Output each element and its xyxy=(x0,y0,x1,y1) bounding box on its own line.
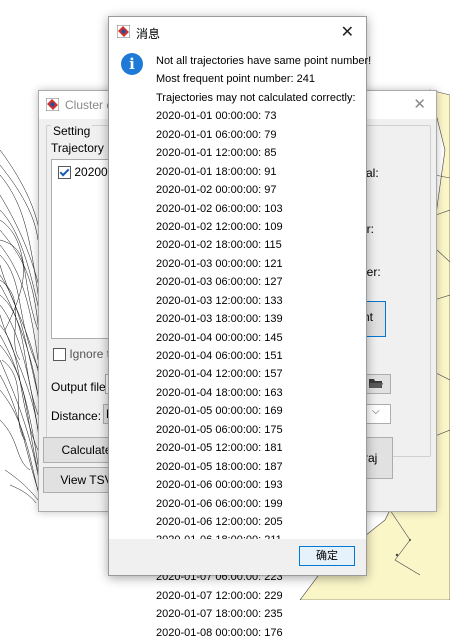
output-file-label: Output file: xyxy=(51,380,110,394)
message-line: 2020-01-06 12:00:00: 205 xyxy=(156,515,283,528)
message-line: Trajectories may not calculated correctl… xyxy=(156,91,356,104)
view-tsv-button-label: View TSV xyxy=(60,473,113,487)
calculate-button-label: Calculate xyxy=(61,443,112,457)
dialog-titlebar: 消息 ✕ xyxy=(109,17,366,47)
message-line: 2020-01-03 18:00:00: 139 xyxy=(156,313,283,326)
message-line: 2020-01-07 18:00:00: 235 xyxy=(156,608,283,621)
folder-icon xyxy=(369,379,383,388)
message-line: 2020-01-04 18:00:00: 163 xyxy=(156,386,283,399)
info-icon: i xyxy=(121,53,143,75)
setting-group-label: Setting xyxy=(51,124,93,138)
message-line: 2020-01-01 06:00:00: 79 xyxy=(156,128,277,141)
app-icon xyxy=(46,98,59,111)
message-line: 2020-01-07 12:00:00: 229 xyxy=(156,589,283,602)
message-line: 2020-01-05 12:00:00: 181 xyxy=(156,442,283,455)
ignore-checkbox[interactable] xyxy=(53,348,66,362)
message-line: 2020-01-04 12:00:00: 157 xyxy=(156,368,283,381)
message-line: Most frequent point number: 241 xyxy=(156,73,315,86)
dialog-button-bar: 确定 xyxy=(109,539,366,575)
message-dialog: 消息 ✕ i Not all trajectories have same po… xyxy=(108,16,372,639)
island-dot xyxy=(395,553,399,557)
ok-button-label: 确定 xyxy=(316,550,338,562)
dialog-title: 消息 xyxy=(136,27,161,41)
message-line: 2020-01-02 12:00:00: 109 xyxy=(156,220,283,233)
message-line: 2020-01-06 06:00:00: 199 xyxy=(156,497,283,510)
distance-label: Distance: xyxy=(51,409,102,423)
close-icon[interactable]: ✕ xyxy=(341,22,354,42)
message-line: 2020-01-05 00:00:00: 169 xyxy=(156,405,283,418)
chevron-down-icon: ⌵ xyxy=(372,406,380,417)
message-line: 2020-01-05 06:00:00: 175 xyxy=(156,423,283,436)
message-line: 2020-01-01 00:00:00: 73 xyxy=(156,110,277,123)
message-line: 2020-01-04 06:00:00: 151 xyxy=(156,350,283,362)
trajectory-layer-list[interactable]: 202001.s xyxy=(51,159,124,339)
island-dot xyxy=(409,539,411,541)
message-line: 2020-01-02 06:00:00: 103 xyxy=(156,202,283,215)
message-line: 2020-01-03 06:00:00: 127 xyxy=(156,276,283,289)
close-icon[interactable]: ✕ xyxy=(413,95,426,113)
message-line: 2020-01-08 00:00:00: 176 xyxy=(156,626,283,639)
message-line: 2020-01-01 12:00:00: 85 xyxy=(156,147,277,160)
ok-button[interactable]: 确定 xyxy=(299,546,355,566)
message-line: Not all trajectories have same point num… xyxy=(156,55,372,67)
app-icon xyxy=(117,25,130,38)
message-line: 2020-01-04 00:00:00: 145 xyxy=(156,331,283,344)
message-line: 2020-01-02 18:00:00: 115 xyxy=(156,239,282,252)
message-line: 2020-01-05 18:00:00: 187 xyxy=(156,460,283,473)
message-line: 2020-01-03 12:00:00: 133 xyxy=(156,294,283,307)
message-line: 2020-01-01 18:00:00: 91 xyxy=(156,165,277,178)
checkbox-icon[interactable] xyxy=(58,166,71,180)
message-line: 2020-01-03 00:00:00: 121 xyxy=(156,257,283,270)
message-line: 2020-01-02 00:00:00: 97 xyxy=(156,184,277,197)
message-line: 2020-01-06 00:00:00: 193 xyxy=(156,479,283,492)
